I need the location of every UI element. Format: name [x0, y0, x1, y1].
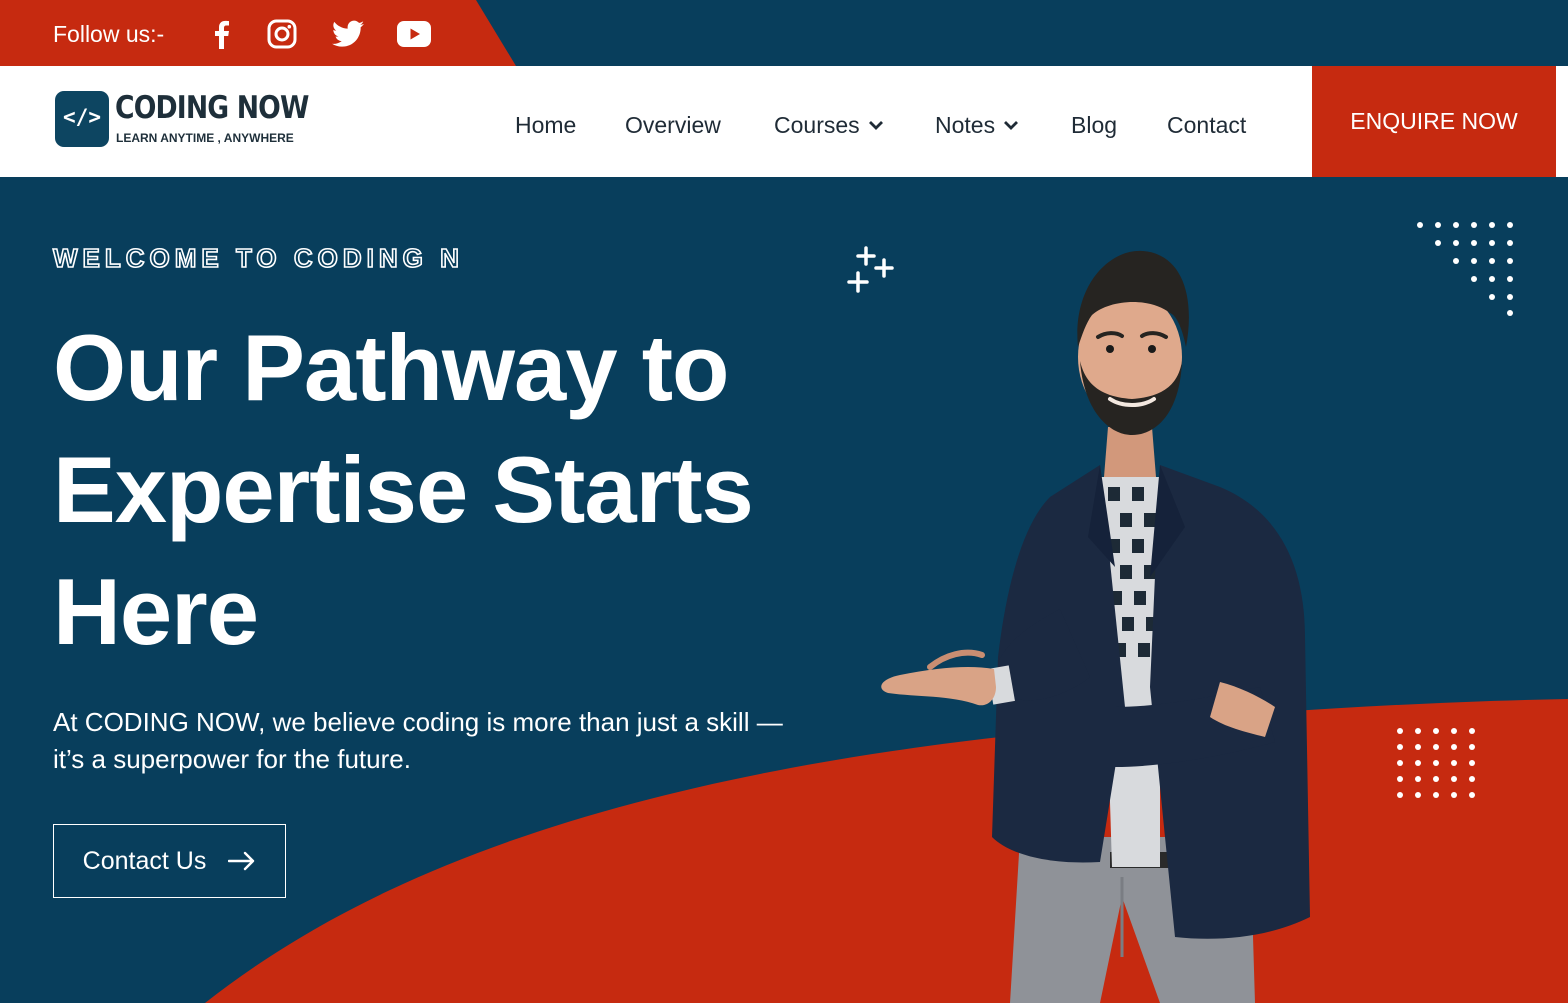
social-topbar: Follow us:- [0, 0, 1568, 66]
instagram-icon[interactable] [265, 17, 299, 51]
site-logo[interactable]: </> CODING NOW LEARN ANYTIME , ANYWHERE [55, 90, 309, 150]
nav-overview[interactable]: Overview [625, 110, 721, 140]
nav-courses[interactable]: Courses [774, 110, 884, 140]
hero-section: WELCOME TO CODING N Our Pathway to Exper… [0, 177, 1568, 1003]
chevron-down-icon [1004, 120, 1019, 130]
hero-title-line: Our Pathway to [53, 315, 729, 420]
hero-kicker: WELCOME TO CODING N [52, 242, 464, 274]
hero-man-image [881, 250, 1310, 1003]
nav-blog-label: Blog [1071, 111, 1118, 138]
dot-pattern-icon [1397, 728, 1475, 798]
hero-title: Our Pathway to Expertise Starts Here [53, 307, 883, 673]
nav-notes-label: Notes [935, 111, 996, 138]
nav-home[interactable]: Home [515, 110, 576, 140]
twitter-icon[interactable] [331, 17, 365, 51]
hero-title-line: Here [53, 559, 259, 664]
hero-description-line: it’s a superpower for the future. [53, 744, 411, 774]
code-brackets-icon: </> [55, 91, 109, 147]
nav-courses-label: Courses [774, 111, 860, 138]
logo-name: CODING NOW [115, 90, 309, 126]
arrow-right-icon [228, 851, 255, 871]
contact-us-label: Contact Us [82, 846, 207, 875]
nav-notes[interactable]: Notes [935, 110, 1019, 140]
hero-description-line: At CODING NOW, we believe coding is more… [53, 707, 783, 737]
facebook-icon[interactable] [204, 17, 238, 51]
follow-us-label: Follow us:- [53, 21, 165, 47]
nav-contact[interactable]: Contact [1167, 110, 1246, 140]
hero-title-line: Expertise Starts [53, 437, 754, 542]
chevron-down-icon [868, 120, 883, 130]
dot-pattern-icon [1417, 222, 1513, 316]
enquire-now-button[interactable]: ENQUIRE NOW [1312, 66, 1556, 177]
nav-overview-label: Overview [625, 111, 721, 138]
logo-tagline: LEARN ANYTIME , ANYWHERE [116, 131, 294, 145]
hero-description: At CODING NOW, we believe coding is more… [53, 704, 853, 778]
nav-home-label: Home [515, 111, 577, 138]
contact-us-button[interactable]: Contact Us [53, 824, 286, 898]
nav-contact-label: Contact [1167, 111, 1247, 138]
youtube-icon[interactable] [397, 17, 431, 51]
nav-blog[interactable]: Blog [1071, 110, 1117, 140]
site-header: </> CODING NOW LEARN ANYTIME , ANYWHERE … [0, 66, 1568, 177]
